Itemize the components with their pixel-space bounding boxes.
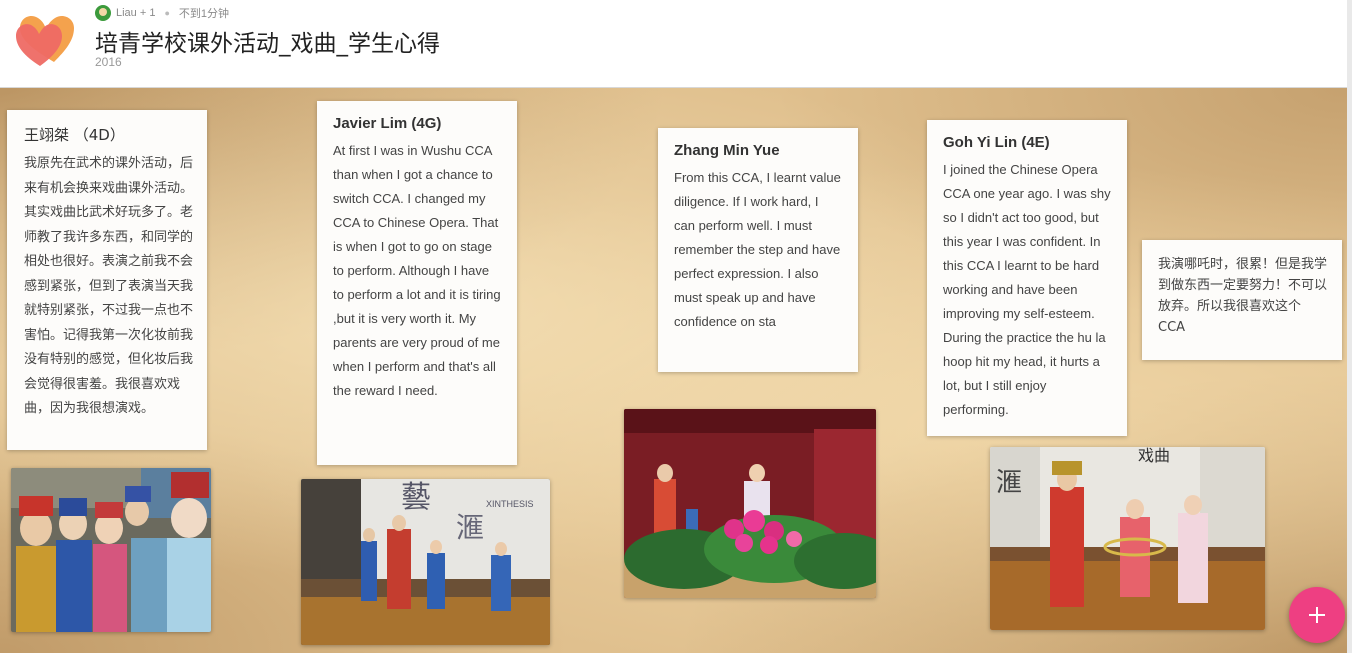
post-body: 我演哪吒时，很累！但是我学到做东西一定要努力！不可以放弃。所以我很喜欢这个CCA	[1158, 257, 1328, 335]
photo-three-performers-image: 戏曲 滙	[990, 447, 1265, 630]
wall-canvas: 王翊桀 （4D） 我原先在武术的课外活动，后来有机会换来戏曲课外活动。其实戏曲比…	[0, 88, 1347, 653]
post-title: 王翊桀 （4D）	[24, 126, 125, 144]
banner-text: XINTHESIS	[486, 499, 534, 509]
post-title: Javier Lim (4G)	[333, 115, 442, 132]
post-photo[interactable]: 戏曲 滙	[990, 447, 1265, 630]
banner-text: 滙	[456, 511, 484, 544]
post-photo[interactable]	[11, 468, 211, 632]
post-body: I joined the Chinese Opera CCA one year …	[943, 162, 1111, 417]
add-post-button[interactable]	[1289, 587, 1345, 643]
banner-text: 戏曲	[1138, 447, 1170, 465]
padlet-heart-logo[interactable]	[14, 10, 78, 68]
page-title: 培青学校课外活动_戏曲_学生心得	[95, 31, 440, 57]
post-card[interactable]: 王翊桀 （4D） 我原先在武术的课外活动，后来有机会换来戏曲课外活动。其实戏曲比…	[7, 110, 207, 450]
padlet-header: Liau + 1 ● 不到1分钟 培青学校课外活动_戏曲_学生心得 2016	[0, 0, 1352, 88]
photo-stage-performance-image: 藝 XINTHESIS 滙	[301, 479, 550, 645]
banner-text: 滙	[996, 468, 1022, 498]
post-photo[interactable]: 藝 XINTHESIS 滙	[301, 479, 550, 645]
page-scrollbar[interactable]	[1347, 0, 1352, 653]
post-photo[interactable]	[624, 409, 876, 598]
author-name[interactable]: Liau + 1	[116, 7, 155, 19]
page-subtitle: 2016	[95, 55, 122, 69]
post-title: Goh Yi Lin (4E)	[943, 134, 1050, 151]
meta-separator-dot: ●	[164, 8, 170, 18]
photo-students-costumes-image	[11, 468, 211, 632]
plus-icon	[1309, 607, 1325, 623]
post-card[interactable]: Goh Yi Lin (4E) I joined the Chinese Ope…	[927, 120, 1127, 436]
photo-stage-flowers-image	[624, 409, 876, 598]
post-body: 我原先在武术的课外活动，后来有机会换来戏曲课外活动。其实戏曲比武术好玩多了。老师…	[24, 156, 194, 416]
banner-text: 藝	[401, 480, 431, 515]
updated-time: 不到1分钟	[178, 8, 230, 20]
post-card[interactable]: Zhang Min Yue From this CCA, I learnt va…	[658, 128, 858, 372]
post-title: Zhang Min Yue	[674, 142, 780, 159]
post-meta: Liau + 1 ● 不到1分钟	[95, 5, 229, 21]
post-body: From this CCA, I learnt value diligence.…	[674, 170, 841, 329]
post-card[interactable]: 我演哪吒时，很累！但是我学到做东西一定要努力！不可以放弃。所以我很喜欢这个CCA	[1142, 240, 1342, 360]
author-avatar[interactable]	[95, 5, 111, 21]
post-card[interactable]: Javier Lim (4G) At first I was in Wushu …	[317, 101, 517, 465]
post-body: At first I was in Wushu CCA than when I …	[333, 143, 501, 398]
